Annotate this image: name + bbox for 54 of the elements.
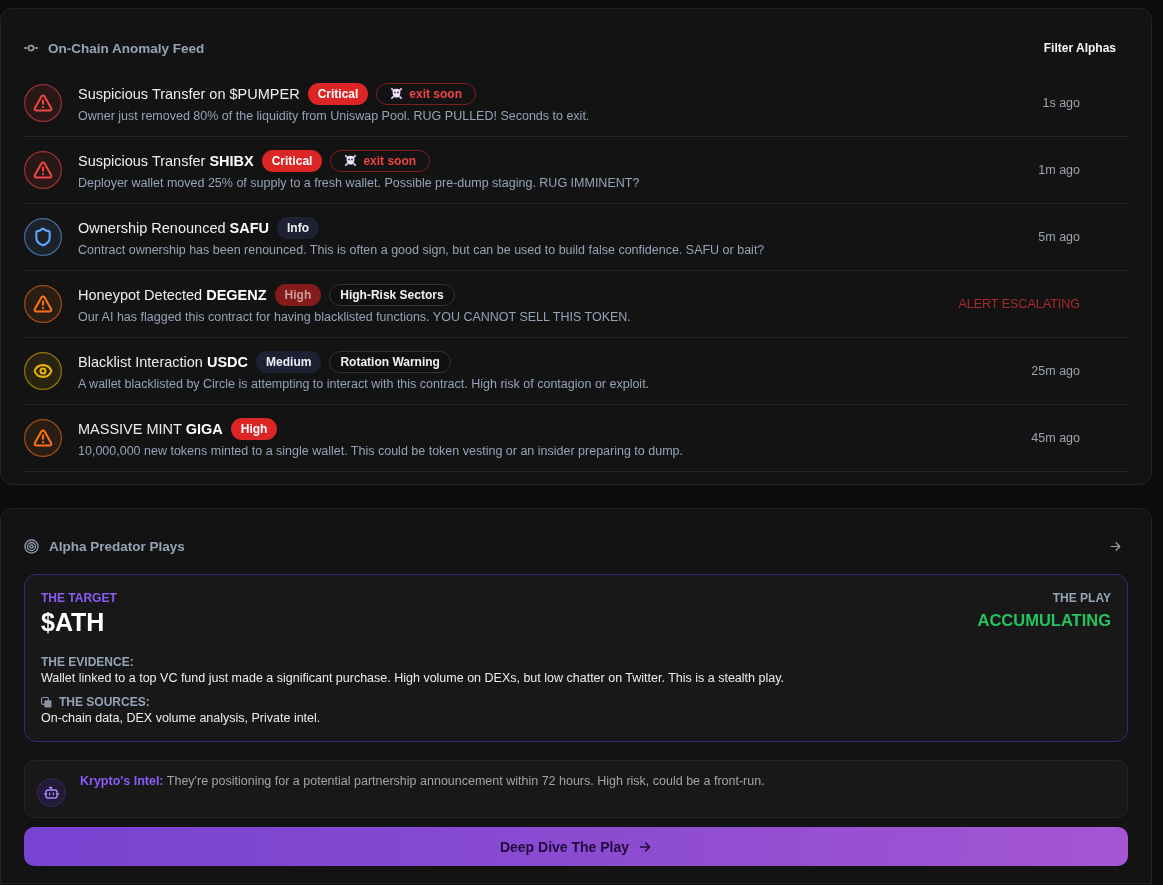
eye-icon <box>24 352 62 390</box>
alert-description: A wallet blacklisted by Circle is attempting to interact with this contract. High risk of contagion or exploit. <box>78 375 651 392</box>
arrow-right-icon <box>638 839 653 854</box>
arrow-right-icon[interactable] <box>1109 539 1122 553</box>
severity-badge: Medium <box>256 350 322 373</box>
commit-icon <box>24 44 38 52</box>
panel-title: Alpha Predator Plays <box>49 538 185 554</box>
alert-title: Suspicious Transfer on $PUMPER <box>78 85 300 102</box>
tag: Rotation Warning <box>329 350 451 373</box>
sources-text: On-chain data, DEX volume analysis, Private intel. <box>41 710 322 726</box>
play-status: ACCUMULATING <box>977 610 1111 630</box>
copy-icon <box>41 696 52 708</box>
sources-label: THE SOURCES: <box>59 694 150 710</box>
target-label: THE TARGET <box>41 590 117 606</box>
shield-icon <box>24 218 62 256</box>
target-ticker: $ATH <box>41 608 106 636</box>
severity-badge: Info <box>277 216 320 239</box>
warning-icon <box>24 285 62 323</box>
skull-icon <box>344 154 358 167</box>
time-label: ALERT ESCALATING <box>958 297 1080 311</box>
alert-description: 10,000,000 new tokens minted to a single wallet. This could be token vesting or an insider preparing to dump. <box>78 442 684 459</box>
time-label: 5m ago <box>1038 230 1080 244</box>
evidence-text: Wallet linked to a top VC fund just made a significant purchase. High volume on DEXs, but low chatter on Twitter. This is a stealth play. <box>41 670 785 686</box>
alert-title: Ownership Renounced SAFU <box>78 219 270 236</box>
warning-icon <box>24 151 62 189</box>
severity-badge: High <box>230 417 278 440</box>
tag: High-Risk Sectors <box>329 283 455 306</box>
severity-badge: Critical <box>261 149 323 172</box>
warning-icon <box>24 419 62 457</box>
filter-button[interactable]: Filter Alphas <box>1043 41 1116 55</box>
severity-badge: Critical <box>307 82 369 105</box>
time-label: 45m ago <box>1031 431 1080 445</box>
skull-icon <box>390 87 404 100</box>
alert-description: Deployer wallet moved 25% of supply to a fresh wallet. Possible pre-dump staging. RUG IMMINENT? <box>78 174 641 191</box>
tag-label: exit soon <box>409 86 462 101</box>
time-label: 25m ago <box>1031 364 1080 378</box>
alert-description: Contract ownership has been renounced. This is often a good sign, but can be used to build false confidence. SAFU or bait? <box>78 241 766 258</box>
alert-title: MASSIVE MINT GIGA <box>78 420 223 437</box>
warning-icon <box>24 84 62 122</box>
severity-badge: High <box>274 283 322 306</box>
tag-label: exit soon <box>363 153 417 168</box>
play-label: THE PLAY <box>1051 590 1111 606</box>
robot-icon <box>37 778 66 807</box>
panel-title: On-Chain Anomaly Feed <box>48 40 205 56</box>
alert-title: Suspicious Transfer SHIBX <box>78 152 254 169</box>
time-label: 1m ago <box>1038 163 1080 177</box>
alert-title: Blacklist Interaction USDC <box>78 353 249 370</box>
alert-title: Honeypot Detected DEGENZ <box>78 286 267 303</box>
evidence-label: THE EVIDENCE: <box>41 654 135 670</box>
intel-text: Krypto's Intel: They're positioning for a potential partnership announcement within 72 hours. High risk, could be a front-run. <box>80 773 765 789</box>
target-icon <box>24 538 39 554</box>
alert-description: Owner just removed 80% of the liquidity from Uniswap Pool. RUG PULLED! Seconds to exit. <box>78 107 591 124</box>
alert-description: Our AI has flagged this contract for having blacklisted functions. YOU CANNOT SELL THIS TOKEN. <box>78 308 632 325</box>
time-label: 1s ago <box>1042 96 1080 110</box>
